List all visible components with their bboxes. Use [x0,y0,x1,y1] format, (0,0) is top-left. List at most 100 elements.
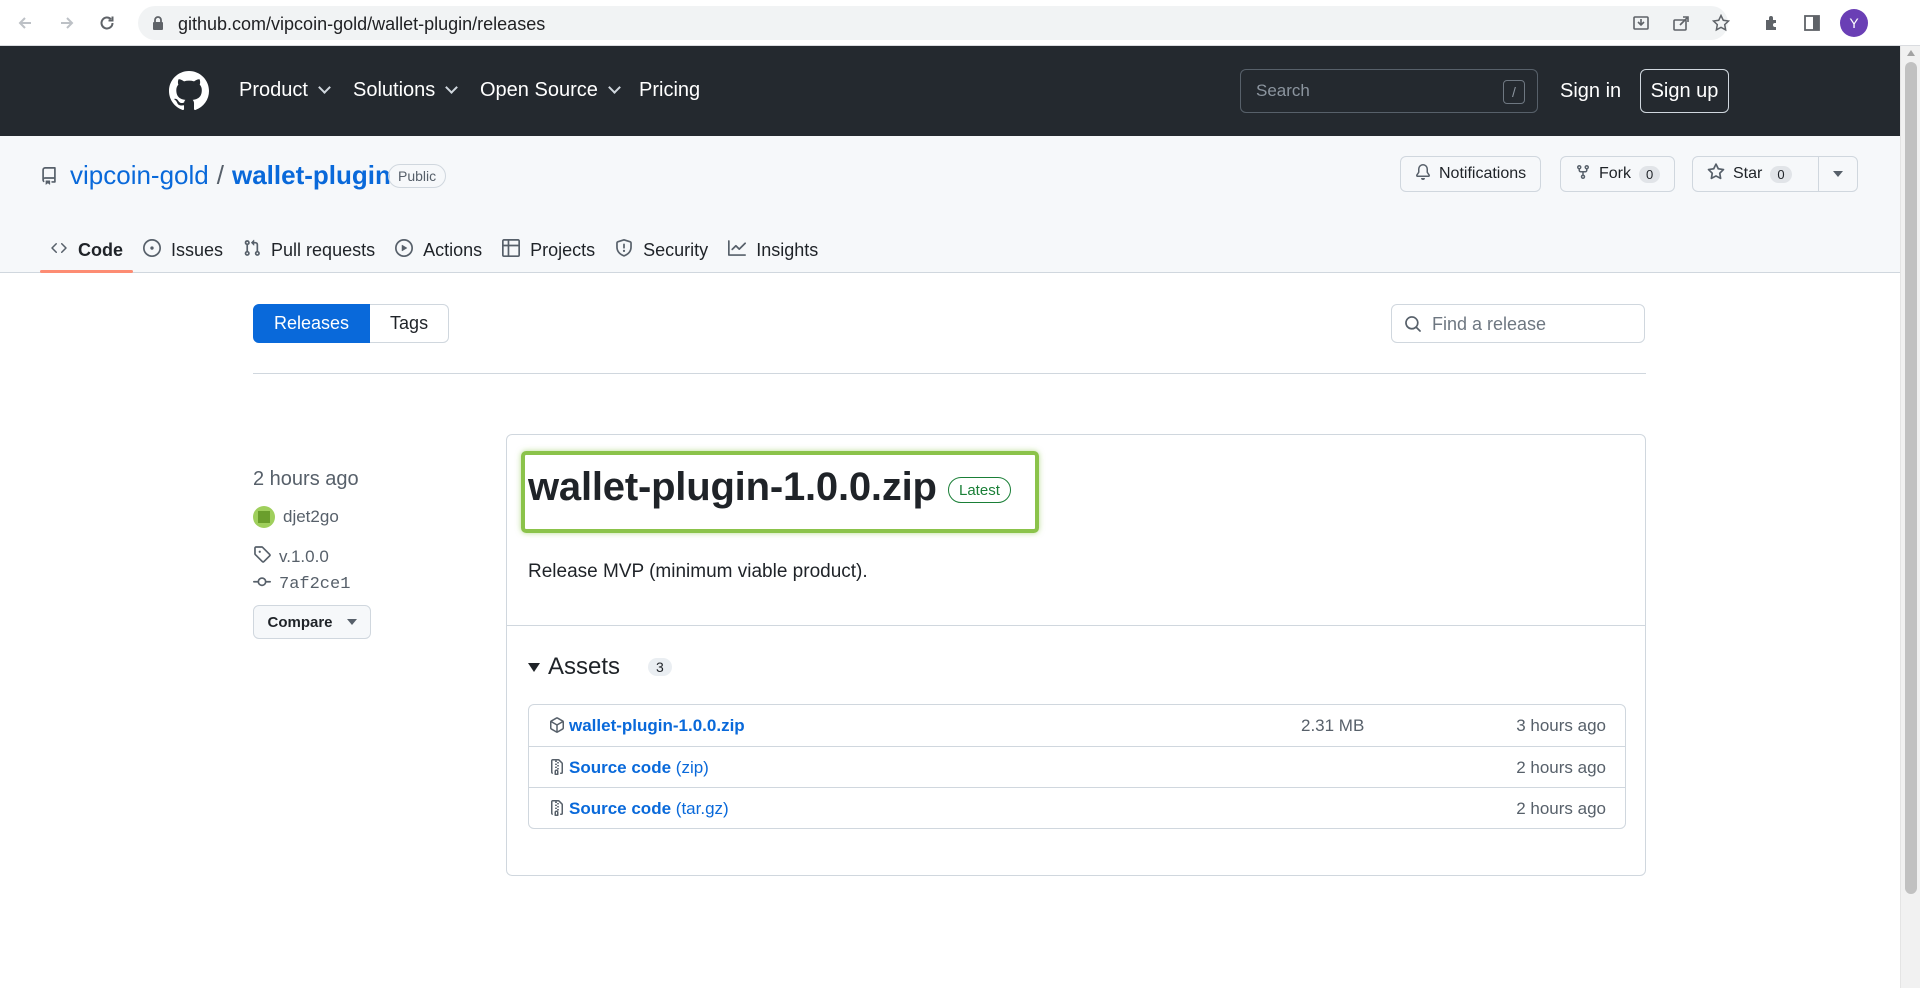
tab-issues-label: Issues [171,240,224,260]
release-title[interactable]: wallet-plugin-1.0.0.zip [528,465,937,510]
compare-label: Compare [267,613,333,631]
page-scrollbar[interactable] [1900,46,1920,988]
release-time[interactable]: 2 hours ago [253,468,359,491]
tab-actions-label: Actions [423,240,483,260]
nav-open-source[interactable]: Open Source [480,79,621,102]
section-divider [253,373,1646,374]
tab-actions[interactable]: Actions [385,228,492,273]
fork-label: Fork [1599,165,1631,182]
package-icon [549,716,565,739]
tab-issues[interactable]: Issues [133,228,233,273]
nav-solutions-label: Solutions [353,79,436,101]
back-icon[interactable] [12,10,38,36]
tags-tab-button[interactable]: Tags [370,304,450,343]
bell-icon [1415,163,1431,186]
profile-avatar[interactable]: Y [1840,9,1868,37]
assets-toggle[interactable]: Assets 3 [528,653,672,681]
notifications-button[interactable]: Notifications [1400,156,1542,192]
tag-icon [253,545,271,568]
tab-pull-requests[interactable]: Pull requests [233,228,385,273]
asset-date: 3 hours ago [1516,716,1606,735]
commit-sha: 7af2ce1 [279,575,351,594]
bookmark-star-icon[interactable] [1710,12,1732,34]
star-dropdown-button[interactable] [1818,156,1858,192]
commit-icon [253,573,271,596]
releases-tab-button[interactable]: Releases [253,304,371,343]
latest-badge: Latest [948,477,1011,503]
search-shortcut-key: / [1503,80,1525,104]
table-icon [502,239,521,262]
tab-security-label: Security [643,240,709,260]
asset-row: Source code (zip) 2 hours ago [529,746,1625,787]
star-icon [1707,162,1725,186]
nav-product-label: Product [239,79,308,101]
repo-owner-link[interactable]: vipcoin-gold [70,160,209,191]
repo-icon [40,166,58,191]
play-icon [395,239,414,262]
github-logo-icon[interactable] [169,71,209,116]
asset-row: wallet-plugin-1.0.0.zip 2.31 MB 3 hours … [529,705,1625,746]
reload-icon[interactable] [94,10,120,36]
address-bar[interactable]: github.com/vipcoin-gold/wallet-plugin/re… [138,6,1730,40]
tag-name: v.1.0.0 [279,546,329,566]
asset-link[interactable]: Source code (tar.gz) [569,799,729,819]
find-release-input[interactable] [1432,312,1632,336]
asset-suffix: (tar.gz) [675,799,729,818]
nav-pricing[interactable]: Pricing [639,79,700,102]
sign-up-button[interactable]: Sign up [1640,69,1729,113]
releases-tags-toggle: Releases Tags [253,304,450,343]
github-header: Product Solutions Open Source Pricing Se… [0,46,1900,136]
asset-date: 2 hours ago [1516,799,1606,818]
release-author[interactable]: djet2go [253,506,339,528]
assets-count: 3 [648,658,672,676]
tab-insights-label: Insights [756,240,819,260]
star-button[interactable]: Star 0 [1692,156,1819,192]
nav-product[interactable]: Product [239,79,331,102]
chevron-down-icon [607,81,621,94]
release-tag[interactable]: v.1.0.0 [253,545,329,568]
side-panel-icon[interactable] [1800,11,1824,35]
file-zip-icon [549,758,565,781]
scrollbar-thumb[interactable] [1905,62,1917,894]
pull-request-icon [243,239,261,262]
tab-security[interactable]: Security [605,228,718,273]
tab-pull-requests-label: Pull requests [271,240,376,260]
tab-projects-label: Projects [530,240,596,260]
share-icon[interactable] [1670,12,1692,34]
asset-link[interactable]: wallet-plugin-1.0.0.zip [569,716,745,736]
author-name: djet2go [283,507,339,526]
asset-row: Source code (tar.gz) 2 hours ago [529,787,1625,828]
compare-button[interactable]: Compare [253,605,371,639]
triangle-down-icon [346,619,357,625]
repo-tabs: Code Issues Pull requests Actions Projec… [40,228,828,273]
asset-link[interactable]: Source code (zip) [569,758,709,778]
asset-name: Source code [569,758,672,777]
chevron-down-icon [445,81,459,94]
tab-projects[interactable]: Projects [492,228,605,273]
asset-size: 2.31 MB [1301,716,1365,735]
repo-title: vipcoin-gold / wallet-plugin [70,160,391,191]
tab-code[interactable]: Code [40,228,133,273]
fork-button[interactable]: Fork 0 [1560,156,1676,192]
release-commit[interactable]: 7af2ce1 [253,573,350,596]
repo-path-separator: / [216,160,224,190]
forward-icon[interactable] [54,10,80,36]
find-release-field [1391,304,1645,343]
scroll-up-arrow-icon[interactable] [1907,50,1915,56]
tab-code-label: Code [78,240,123,260]
install-icon[interactable] [1630,12,1652,34]
sign-in-link[interactable]: Sign in [1560,80,1621,103]
triangle-down-icon [528,662,540,672]
url-text[interactable]: github.com/vipcoin-gold/wallet-plugin/re… [178,14,545,35]
notifications-label: Notifications [1439,165,1527,182]
author-avatar [253,506,275,528]
asset-suffix: (zip) [675,758,709,777]
repo-name-link[interactable]: wallet-plugin [232,160,391,191]
tab-insights[interactable]: Insights [718,228,828,273]
graph-icon [728,239,747,262]
global-search-input[interactable]: Search / [1240,69,1538,113]
nav-solutions[interactable]: Solutions [353,79,459,102]
extensions-icon[interactable] [1760,11,1784,35]
assets-list: wallet-plugin-1.0.0.zip 2.31 MB 3 hours … [528,704,1626,829]
release-description: Release MVP (minimum viable product). [528,561,868,582]
